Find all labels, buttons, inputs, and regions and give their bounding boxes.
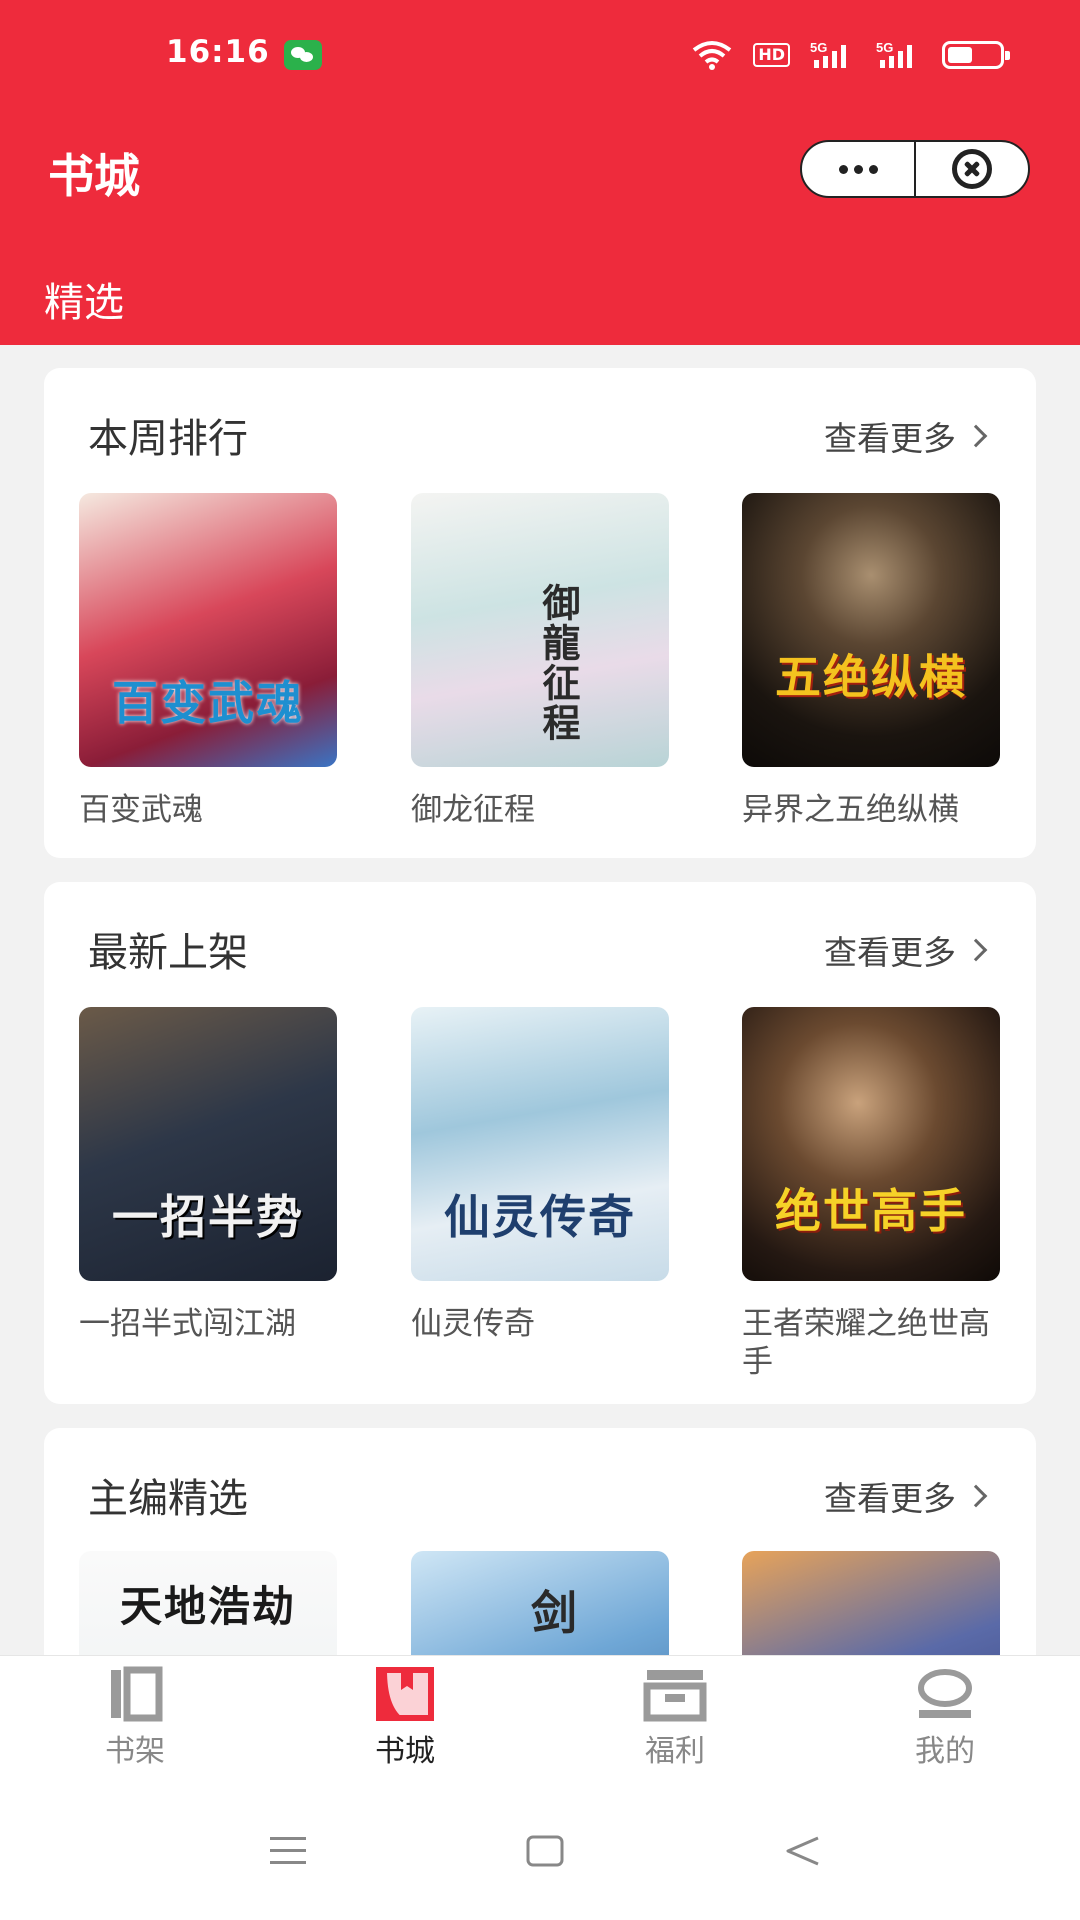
book-cover: 百变武魂 <box>79 493 337 767</box>
chevron-right-icon <box>964 1484 988 1508</box>
section-title: 最新上架 <box>88 930 248 976</box>
bookstore-icon <box>373 1666 437 1722</box>
tab-label: 我的 <box>915 1734 975 1769</box>
cover-title: 百变武魂 <box>112 676 304 730</box>
book-name: 仙灵传奇 <box>411 1306 535 1342</box>
wifi-icon <box>693 41 732 70</box>
view-more-link[interactable]: 查看更多 <box>824 1472 988 1520</box>
battery-icon <box>942 41 1010 69</box>
section-new-arrivals: 最新上架 查看更多 一招半势 一招半式闯江湖 仙灵传奇 仙灵传奇 绝世高手 王者… <box>44 882 1036 1404</box>
system-nav-bar <box>0 1795 1080 1920</box>
more-dots-icon <box>838 164 878 174</box>
book-cover: 仙灵传奇 <box>411 1007 669 1281</box>
book-item[interactable]: 一招半势 一招半式闯江湖 <box>79 1007 337 1343</box>
view-more-link[interactable]: 查看更多 <box>824 926 988 974</box>
view-more-label: 查看更多 <box>824 1479 956 1518</box>
bookshelf-icon <box>103 1666 167 1722</box>
cover-title: 绝世高手 <box>775 1184 967 1238</box>
book-name: 百变武魂 <box>79 792 203 828</box>
book-name: 异界之五绝纵横 <box>742 792 959 828</box>
cover-title: 御龍征程 <box>536 583 581 743</box>
close-circle-icon <box>952 149 992 189</box>
cover-title: 五绝纵横 <box>775 650 967 704</box>
book-item[interactable]: 五绝纵横 异界之五绝纵横 <box>742 493 1000 829</box>
view-more-label: 查看更多 <box>824 419 956 458</box>
book-item[interactable]: 绝世高手 王者荣耀之绝世高手 <box>742 1007 1000 1381</box>
section-title: 本周排行 <box>88 416 248 462</box>
wechat-notification-icon <box>284 40 322 70</box>
status-icons: HD 5G 5G <box>691 38 1010 72</box>
tab-label: 书城 <box>375 1734 435 1769</box>
cover-title: 剑 <box>531 1586 579 1640</box>
signal-5g-icon: 5G <box>876 40 912 68</box>
status-bar: 16:16 HD 5G 5G <box>0 0 1080 110</box>
svg-text:5G: 5G <box>876 40 893 55</box>
home-nav-button[interactable] <box>526 1835 564 1871</box>
book-name: 王者荣耀之绝世高手 <box>742 1306 990 1380</box>
section-title: 主编精选 <box>88 1476 248 1522</box>
book-item[interactable]: 仙灵传奇 仙灵传奇 <box>411 1007 669 1343</box>
back-triangle-icon <box>786 1836 819 1866</box>
cover-title: 天地浩劫 <box>119 1582 296 1631</box>
gift-icon <box>643 1666 707 1722</box>
menu-lines-icon <box>270 1837 306 1864</box>
tab-label: 福利 <box>645 1734 705 1769</box>
section-weekly-ranking: 本周排行 查看更多 百变武魂 百变武魂 御龍征程 御龙征程 五绝纵横 异界之五绝… <box>44 368 1036 858</box>
chevron-right-icon <box>964 938 988 962</box>
cover-title: 一招半势 <box>112 1190 304 1244</box>
svg-text:5G: 5G <box>810 40 827 55</box>
tab-bookshelf[interactable]: 书架 <box>65 1666 205 1770</box>
book-item[interactable]: 百变武魂 百变武魂 <box>79 493 337 829</box>
signal-5g-icon: 5G <box>810 40 846 68</box>
book-item[interactable]: 御龍征程 御龙征程 <box>411 493 669 829</box>
tab-bookstore[interactable]: 书城 <box>335 1666 475 1770</box>
tab-label: 书架 <box>105 1734 165 1769</box>
hd-badge: HD <box>753 43 790 67</box>
cover-title: 仙灵传奇 <box>444 1190 636 1244</box>
book-cover: 御龍征程 <box>411 493 669 767</box>
book-name: 一招半式闯江湖 <box>79 1306 296 1342</box>
view-more-label: 查看更多 <box>824 933 956 972</box>
bottom-tab-bar: 书架 书城 福利 我的 <box>0 1655 1080 1795</box>
more-button[interactable] <box>802 142 914 196</box>
book-name: 御龙征程 <box>411 792 535 828</box>
back-nav-button[interactable] <box>784 1835 822 1871</box>
profile-icon <box>913 1666 977 1722</box>
tab-featured[interactable]: 精选 <box>44 270 124 328</box>
page-title: 书城 <box>48 149 140 203</box>
book-cover: 一招半势 <box>79 1007 337 1281</box>
app-header: 16:16 HD 5G 5G 书城 精选 <box>0 0 1080 345</box>
chevron-right-icon <box>964 424 988 448</box>
mini-program-capsule <box>800 140 1030 198</box>
tab-profile[interactable]: 我的 <box>875 1666 1015 1770</box>
close-button[interactable] <box>914 142 1028 196</box>
view-more-link[interactable]: 查看更多 <box>824 412 988 460</box>
book-cover: 五绝纵横 <box>742 493 1000 767</box>
menu-nav-button[interactable] <box>268 1835 308 1871</box>
status-time: 16:16 <box>166 34 270 70</box>
tab-welfare[interactable]: 福利 <box>605 1666 745 1770</box>
home-square-icon <box>526 1835 564 1867</box>
book-cover: 绝世高手 <box>742 1007 1000 1281</box>
